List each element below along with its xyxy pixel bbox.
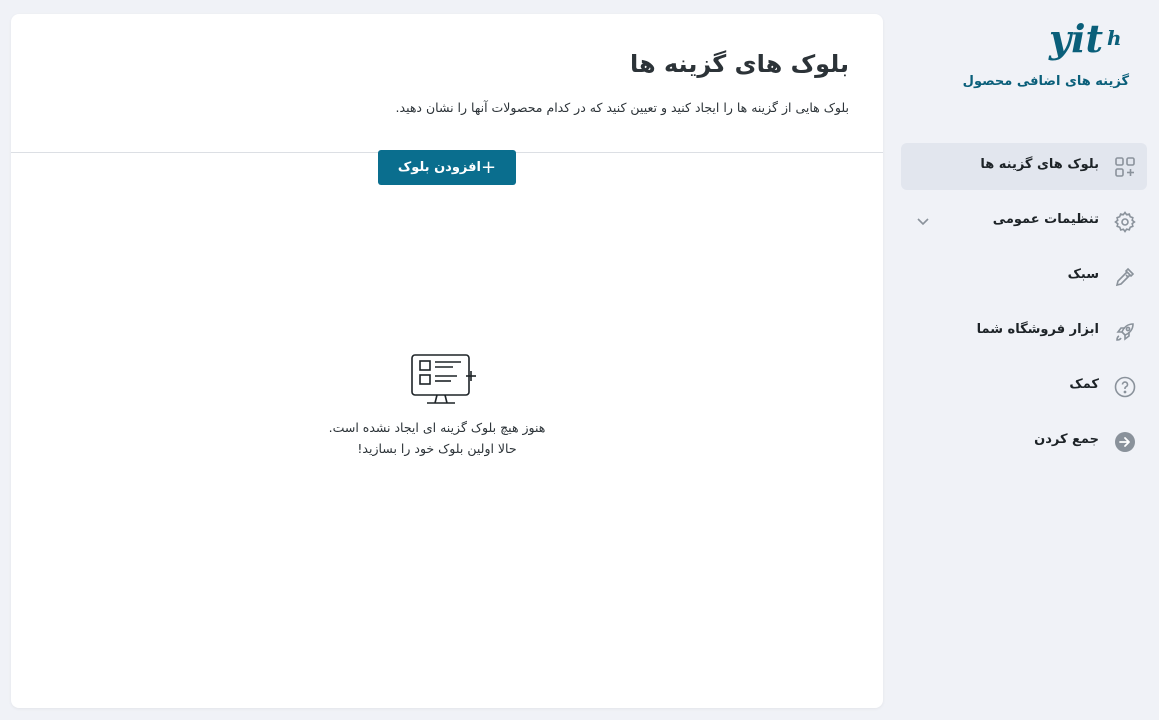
sidebar: yit h گزینه های اضافی محصول بلوک های گزی… [889, 0, 1159, 720]
sidebar-item-style[interactable]: سبک [901, 253, 1147, 300]
sidebar-item-label: کمک [1069, 377, 1099, 392]
gear-icon [1114, 211, 1136, 233]
yith-logo: yit h [1048, 16, 1122, 61]
sidebar-item-general-settings[interactable]: تنظیمات عمومی [901, 198, 1147, 245]
sidebar-item-store-tools[interactable]: ابزار فروشگاه شما [901, 308, 1147, 355]
sidebar-item-label: بلوک های گزینه ها [980, 157, 1099, 172]
sidebar-item-label: ابزار فروشگاه شما [976, 322, 1099, 337]
collapse-arrow-icon [1115, 432, 1135, 452]
sidebar-nav: بلوک های گزینه ها تنظیمات عمومی سبک ابزا… [901, 143, 1147, 473]
add-block-label: افزودن بلوک [397, 160, 481, 175]
sidebar-item-option-blocks[interactable]: بلوک های گزینه ها [901, 143, 1147, 190]
rocket-icon [1116, 323, 1134, 341]
empty-state: هنوز هیچ بلوک گزینه ای ایجاد نشده است. ح… [11, 351, 883, 459]
help-circle-icon [1114, 376, 1136, 398]
page-header: بلوک های گزینه ها بلوک هایی از گزینه ها … [11, 14, 883, 153]
sidebar-item-label: جمع کردن [1034, 432, 1099, 447]
main-card: بلوک های گزینه ها بلوک هایی از گزینه ها … [11, 14, 883, 708]
plus-icon: + [480, 157, 497, 178]
sidebar-item-collapse[interactable]: جمع کردن [901, 418, 1147, 465]
sidebar-item-label: تنظیمات عمومی [992, 212, 1099, 227]
sidebar-item-help[interactable]: کمک [901, 363, 1147, 410]
blocks-add-icon [1115, 157, 1135, 177]
brand-name: گزینه های اضافی محصول [962, 74, 1129, 89]
svg-text:h: h [1107, 26, 1122, 50]
page-title: بلوک های گزینه ها [629, 50, 849, 78]
svg-text:yit: yit [1048, 16, 1104, 61]
sidebar-item-label: سبک [1067, 267, 1099, 282]
monitor-blocks-icon [411, 354, 476, 404]
brand: yit h گزینه های اضافی محصول [959, 12, 1129, 89]
add-block-button[interactable]: +افزودن بلوک [378, 150, 516, 185]
empty-message: هنوز هیچ بلوک گزینه ای ایجاد نشده است. [328, 420, 546, 435]
eyedropper-icon [1115, 267, 1135, 287]
page-description: بلوک هایی از گزینه ها را ایجاد کنید و تع… [395, 100, 849, 115]
chevron-down-icon[interactable] [915, 213, 931, 229]
empty-submessage: حالا اولین بلوک خود را بسازید! [357, 441, 517, 456]
